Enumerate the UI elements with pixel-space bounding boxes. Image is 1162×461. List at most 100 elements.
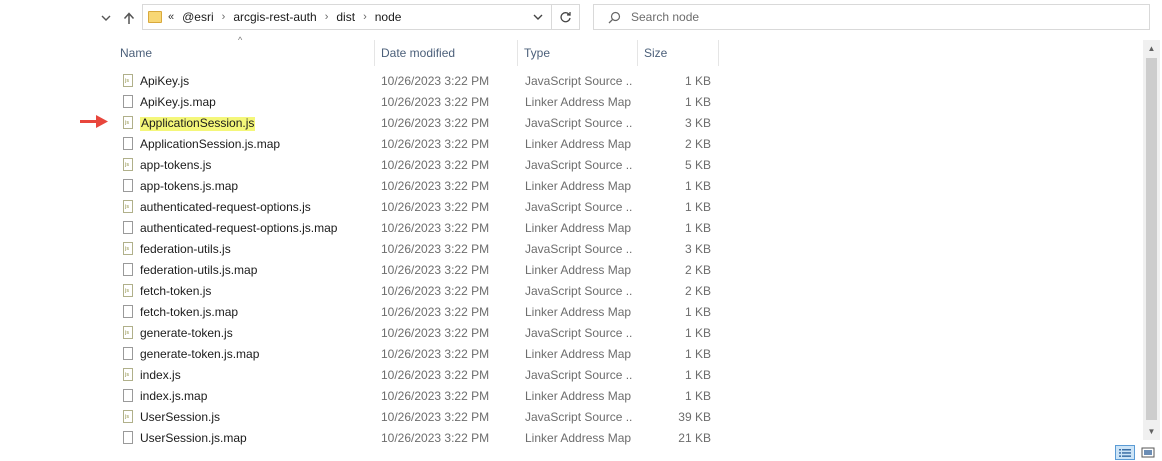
breadcrumb-arcgis-rest-auth[interactable]: arcgis-rest-auth [233, 10, 316, 24]
up-button[interactable] [118, 8, 140, 28]
file-size: 2 KB [684, 137, 711, 151]
js-file-icon [123, 116, 133, 129]
breadcrumb-overflow[interactable]: « [168, 11, 174, 23]
file-name[interactable]: UserSession.js.map [140, 428, 247, 449]
file-name[interactable]: authenticated-request-options.js.map [140, 218, 337, 239]
address-dropdown-button[interactable] [525, 5, 551, 29]
column-header-type[interactable]: Type [518, 40, 637, 66]
js-file-icon [123, 158, 133, 171]
file-date: 10/26/2023 3:22 PM [381, 284, 490, 298]
file-name[interactable]: generate-token.js [140, 323, 233, 344]
file-name[interactable]: fetch-token.js [140, 281, 211, 302]
breadcrumb-node[interactable]: node [375, 10, 402, 24]
file-name[interactable]: app-tokens.js [140, 155, 211, 176]
chevron-right-icon[interactable]: › [363, 11, 367, 23]
file-name-text: app-tokens.js.map [140, 179, 239, 193]
file-name[interactable]: UserSession.js [140, 407, 220, 428]
file-name[interactable]: ApplicationSession.js [140, 113, 256, 134]
file-name[interactable]: federation-utils.js [140, 239, 231, 260]
file-row[interactable]: app-tokens.js.map 10/26/2023 3:22 PM Linke… [114, 176, 1140, 197]
file-type: JavaScript Source ... [525, 410, 633, 424]
file-row[interactable]: generate-token.js 10/26/2023 3:22 PM JavaS… [114, 323, 1140, 344]
file-type: JavaScript Source ... [525, 200, 633, 214]
file-name-text: ApplicationSession.js.map [140, 137, 281, 151]
large-icons-view-button[interactable] [1138, 445, 1158, 460]
file-row[interactable]: fetch-token.js 10/26/2023 3:22 PM JavaScri… [114, 281, 1140, 302]
file-row[interactable]: generate-token.js.map 10/26/2023 3:22 PM L… [114, 344, 1140, 365]
file-date: 10/26/2023 3:22 PM [381, 368, 490, 382]
column-header-name[interactable]: Name [114, 40, 374, 66]
column-divider[interactable] [718, 40, 719, 66]
file-type: Linker Address Map [525, 389, 632, 403]
file-row[interactable]: UserSession.js.map 10/26/2023 3:22 PM Link… [114, 428, 1140, 449]
chevron-right-icon[interactable]: › [222, 11, 226, 23]
details-view-icon [1119, 448, 1131, 457]
red-arrow-icon [80, 115, 108, 128]
file-date: 10/26/2023 3:22 PM [381, 179, 490, 193]
file-date: 10/26/2023 3:22 PM [381, 74, 490, 88]
file-icon [123, 347, 133, 360]
file-row[interactable]: ApiKey.js.map 10/26/2023 3:22 PM Linker Ad… [114, 92, 1140, 113]
column-header-label: Date modified [381, 46, 456, 60]
file-row[interactable]: app-tokens.js 10/26/2023 3:22 PM JavaScrip… [114, 155, 1140, 176]
file-name-text: app-tokens.js [140, 158, 212, 172]
file-name[interactable]: index.js.map [140, 386, 207, 407]
file-row[interactable]: authenticated-request-options.js.map 10/2… [114, 218, 1140, 239]
file-row[interactable]: authenticated-request-options.js 10/26/20… [114, 197, 1140, 218]
file-type: JavaScript Source ... [525, 368, 633, 382]
file-type: JavaScript Source ... [525, 284, 633, 298]
file-date: 10/26/2023 3:22 PM [381, 326, 490, 340]
js-file-icon [123, 284, 133, 297]
file-name-text: index.js [140, 368, 181, 382]
breadcrumb-dist[interactable]: dist [336, 10, 355, 24]
file-name[interactable]: ApiKey.js [140, 71, 189, 92]
file-name[interactable]: index.js [140, 365, 181, 386]
file-row[interactable]: index.js.map 10/26/2023 3:22 PM Linker Add… [114, 386, 1140, 407]
file-icon [123, 95, 133, 108]
column-header-size[interactable]: Size [638, 40, 718, 66]
file-row[interactable]: federation-utils.js.map 10/26/2023 3:22 P… [114, 260, 1140, 281]
chevron-right-icon[interactable]: › [325, 11, 329, 23]
file-name[interactable]: app-tokens.js.map [140, 176, 238, 197]
file-row[interactable]: UserSession.js 10/26/2023 3:22 PM JavaScri… [114, 407, 1140, 428]
scroll-down-icon[interactable]: ▼ [1143, 423, 1160, 440]
file-row[interactable]: fetch-token.js.map 10/26/2023 3:22 PM Link… [114, 302, 1140, 323]
file-row[interactable]: index.js 10/26/2023 3:22 PM JavaScript Sou… [114, 365, 1140, 386]
breadcrumb-esri[interactable]: @esri [182, 10, 214, 24]
file-type: Linker Address Map [525, 137, 632, 151]
vertical-scrollbar[interactable]: ▲ ▼ [1143, 40, 1160, 440]
column-header-date[interactable]: Date modified [375, 40, 517, 66]
file-row[interactable]: federation-utils.js 10/26/2023 3:22 PM Jav… [114, 239, 1140, 260]
search-input[interactable] [631, 10, 1111, 24]
js-file-icon [123, 326, 133, 339]
file-date: 10/26/2023 3:22 PM [381, 347, 490, 361]
refresh-button[interactable] [552, 4, 580, 30]
file-size: 21 KB [678, 431, 711, 445]
scroll-up-icon[interactable]: ▲ [1143, 40, 1160, 57]
details-view-button[interactable] [1115, 445, 1135, 460]
file-icon [123, 305, 133, 318]
address-bar[interactable]: « @esri › arcgis-rest-auth › dist › node [142, 4, 552, 30]
file-date: 10/26/2023 3:22 PM [381, 116, 490, 130]
file-name-text: fetch-token.js.map [140, 305, 239, 319]
search-box[interactable] [593, 4, 1150, 30]
file-name-text: ApiKey.js [140, 74, 190, 88]
file-row[interactable]: ApiKey.js 10/26/2023 3:22 PM JavaScript So… [114, 71, 1140, 92]
file-name-text: authenticated-request-options.js [140, 200, 311, 214]
file-name[interactable]: ApiKey.js.map [140, 92, 216, 113]
file-name[interactable]: federation-utils.js.map [140, 260, 257, 281]
scroll-thumb[interactable] [1146, 58, 1157, 420]
file-date: 10/26/2023 3:22 PM [381, 200, 490, 214]
file-type: Linker Address Map [525, 221, 632, 235]
file-name[interactable]: ApplicationSession.js.map [140, 134, 280, 155]
file-name-text: authenticated-request-options.js.map [140, 221, 338, 235]
file-name[interactable]: authenticated-request-options.js [140, 197, 311, 218]
file-row[interactable]: ApplicationSession.js 10/26/2023 3:22 PM J… [114, 113, 1140, 134]
file-size: 3 KB [684, 116, 711, 130]
file-type: Linker Address Map [525, 179, 632, 193]
chevron-down-icon [533, 14, 543, 20]
file-name[interactable]: fetch-token.js.map [140, 302, 238, 323]
recent-locations-button[interactable] [98, 8, 114, 28]
file-name[interactable]: generate-token.js.map [140, 344, 259, 365]
file-row[interactable]: ApplicationSession.js.map 10/26/2023 3:22… [114, 134, 1140, 155]
